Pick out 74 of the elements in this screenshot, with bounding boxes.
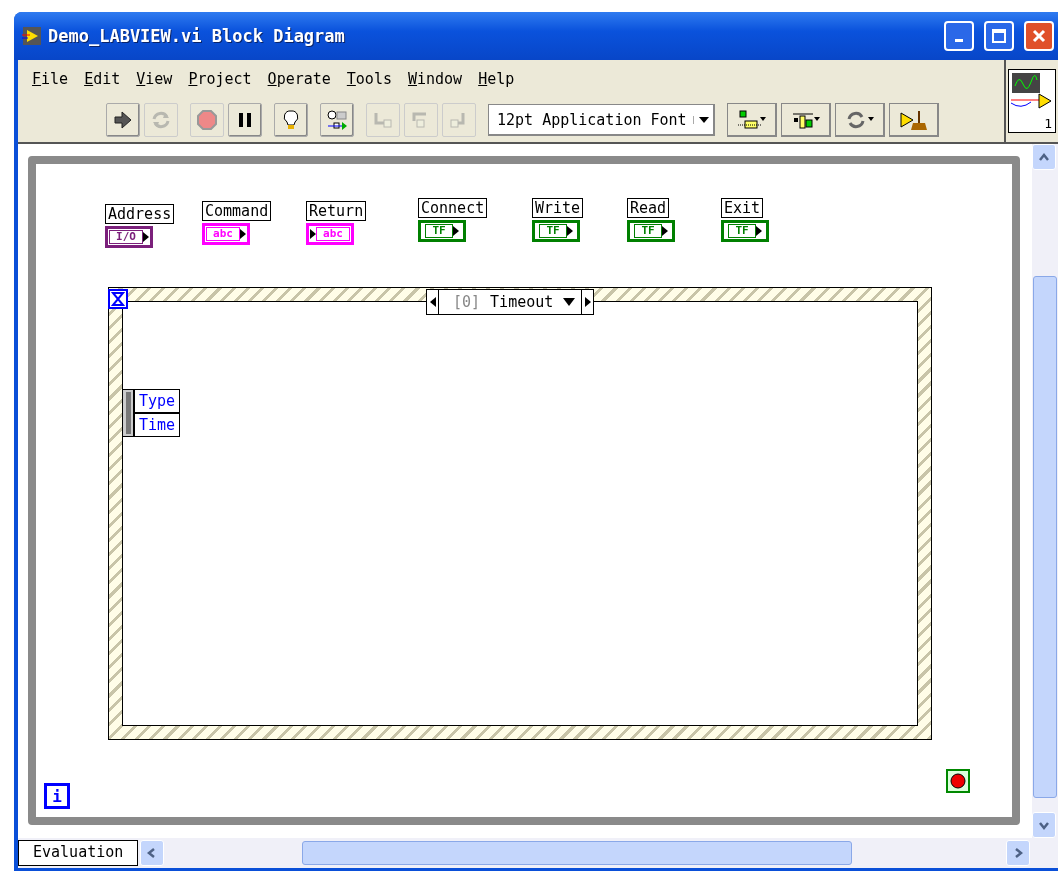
cleanup-button[interactable] <box>888 103 939 137</box>
triangle-icon <box>239 229 246 239</box>
terminal-glyph: TF <box>539 224 567 238</box>
vertical-scroll-thumb[interactable] <box>1033 276 1057 798</box>
scroll-up-button[interactable] <box>1032 144 1056 170</box>
cleanup-icon <box>898 109 929 131</box>
bool-terminal[interactable]: TF <box>627 220 675 242</box>
bool-terminal[interactable]: TF <box>721 220 769 242</box>
triangle-icon <box>566 226 573 236</box>
triangle-icon <box>310 229 317 239</box>
menu-item[interactable]: View <box>128 70 181 88</box>
triangle-icon <box>755 226 762 236</box>
terminal-label: Read <box>627 198 670 218</box>
minimize-icon <box>955 38 963 42</box>
io-terminal[interactable]: I/O <box>105 226 153 248</box>
minimize-button[interactable] <box>944 21 974 51</box>
caret-icon <box>698 116 709 124</box>
menu-item[interactable]: Help <box>470 70 523 88</box>
close-button[interactable] <box>1024 21 1054 51</box>
status-tab[interactable]: Evaluation <box>18 840 139 866</box>
scroll-left-button[interactable] <box>140 840 165 866</box>
terminal-label: Address <box>105 204 175 224</box>
font-dropdown[interactable]: 12pt Application Font <box>488 104 715 136</box>
run-button[interactable] <box>106 103 140 137</box>
run-continuously-icon <box>150 109 172 131</box>
maximize-icon <box>992 29 1006 43</box>
retain-icon <box>326 109 348 131</box>
triangle-icon <box>661 226 668 236</box>
run-icon <box>112 109 134 131</box>
event-data-item: Time <box>134 413 181 437</box>
terminal-label: Write <box>532 198 584 218</box>
maximize-button[interactable] <box>984 21 1014 51</box>
terminal-glyph: TF <box>634 224 662 238</box>
terminal-label: Exit <box>721 198 764 218</box>
scroll-down-button[interactable] <box>1032 812 1056 838</box>
terminal-label: Command <box>202 201 272 221</box>
bool-terminal[interactable]: TF <box>418 220 466 242</box>
distribute-button[interactable] <box>780 103 831 137</box>
terminal-glyph: I/O <box>109 230 143 244</box>
menu-item[interactable]: Window <box>399 70 471 88</box>
oscilloscope-icon <box>1009 70 1053 110</box>
reorder-button[interactable] <box>834 103 885 137</box>
abort-icon <box>196 109 218 131</box>
terminal-label: Return <box>306 201 367 221</box>
event-data-node-handle[interactable] <box>122 389 134 437</box>
align-button[interactable] <box>726 103 777 137</box>
terminal-label: Connect <box>418 198 488 218</box>
event-data-item: Type <box>134 389 181 413</box>
stop-condition-icon <box>946 769 970 793</box>
align-icon <box>736 109 767 131</box>
highlight-button[interactable] <box>274 103 308 137</box>
vi-icon[interactable]: 1 <box>1008 69 1056 133</box>
menu-item[interactable]: Tools <box>338 70 400 88</box>
close-icon <box>1032 29 1046 43</box>
horizontal-scroll-thumb[interactable] <box>302 841 853 865</box>
timeout-hourglass-icon <box>108 289 128 309</box>
terminal-glyph: TF <box>425 224 453 238</box>
menu-item[interactable]: Operate <box>259 70 339 88</box>
iteration-terminal: i <box>44 783 70 809</box>
app-icon <box>22 26 42 46</box>
window-title: Demo_LABVIEW.vi Block Diagram <box>48 26 346 46</box>
connector-number: 1 <box>1044 116 1052 131</box>
bool-terminal[interactable]: TF <box>532 220 580 242</box>
triangle-icon <box>142 232 149 242</box>
triangle-icon <box>452 226 459 236</box>
terminal-glyph: abc <box>316 227 350 241</box>
scroll-right-button[interactable] <box>1006 840 1030 866</box>
menu-item[interactable]: Edit <box>76 70 129 88</box>
terminal-glyph: abc <box>206 227 240 241</box>
retain-button[interactable] <box>320 103 354 137</box>
pause-button[interactable] <box>228 103 262 137</box>
menu-item[interactable]: Project <box>180 70 260 88</box>
terminal-glyph: TF <box>728 224 756 238</box>
menu-item[interactable]: File <box>24 70 77 88</box>
